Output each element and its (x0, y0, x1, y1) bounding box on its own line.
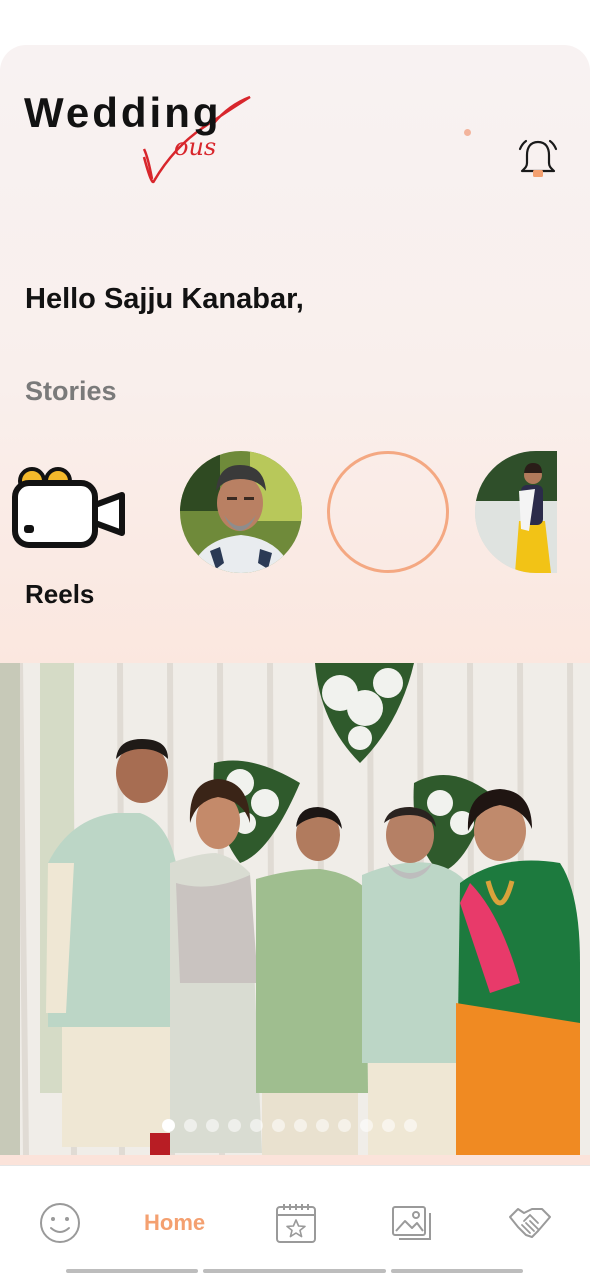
carousel-dot[interactable] (272, 1119, 285, 1132)
logo-word: Wedding (24, 89, 222, 136)
smiley-icon[interactable] (38, 1201, 82, 1245)
story-avatar-3[interactable] (475, 451, 557, 573)
carousel-photo[interactable] (0, 663, 590, 1155)
carousel-dot[interactable] (184, 1119, 197, 1132)
wedding-vows-logo: Wedding ous (24, 87, 264, 197)
bottom-navigation: Home (0, 1165, 590, 1277)
greeting-text: Hello Sajju Kanabar, (25, 283, 304, 315)
gallery-icon[interactable] (390, 1201, 434, 1245)
carousel-dot[interactable] (338, 1119, 351, 1132)
carousel-dot[interactable] (294, 1119, 307, 1132)
carousel-dot[interactable] (250, 1119, 263, 1132)
carousel-dot[interactable] (206, 1119, 219, 1132)
story-avatar-1[interactable] (180, 451, 302, 573)
carousel-dot[interactable] (316, 1119, 329, 1132)
handshake-icon[interactable] (508, 1201, 552, 1245)
home-card: Wedding ous Hello Sajju Kanabar, Stories… (0, 45, 590, 1170)
logo-script: ous (174, 133, 217, 161)
carousel-dots[interactable] (162, 1119, 417, 1132)
carousel-dot[interactable] (404, 1119, 417, 1132)
carousel-dot[interactable] (228, 1119, 241, 1132)
system-gesture-bar-center (203, 1269, 386, 1273)
notification-bell-icon[interactable] (516, 137, 560, 181)
carousel-dot[interactable] (162, 1119, 175, 1132)
system-gesture-bar-right (391, 1269, 523, 1273)
carousel-dot[interactable] (382, 1119, 395, 1132)
reels-label: Reels (25, 579, 95, 609)
stories-heading: Stories (25, 376, 117, 406)
nav-home-label[interactable]: Home (144, 1210, 205, 1236)
video-camera-icon[interactable] (10, 465, 130, 555)
carousel-dot[interactable] (360, 1119, 373, 1132)
indicator-dot (464, 129, 471, 136)
system-gesture-bar-left (66, 1269, 198, 1273)
calendar-star-icon[interactable] (274, 1201, 318, 1245)
story-ring-empty[interactable] (327, 451, 449, 573)
